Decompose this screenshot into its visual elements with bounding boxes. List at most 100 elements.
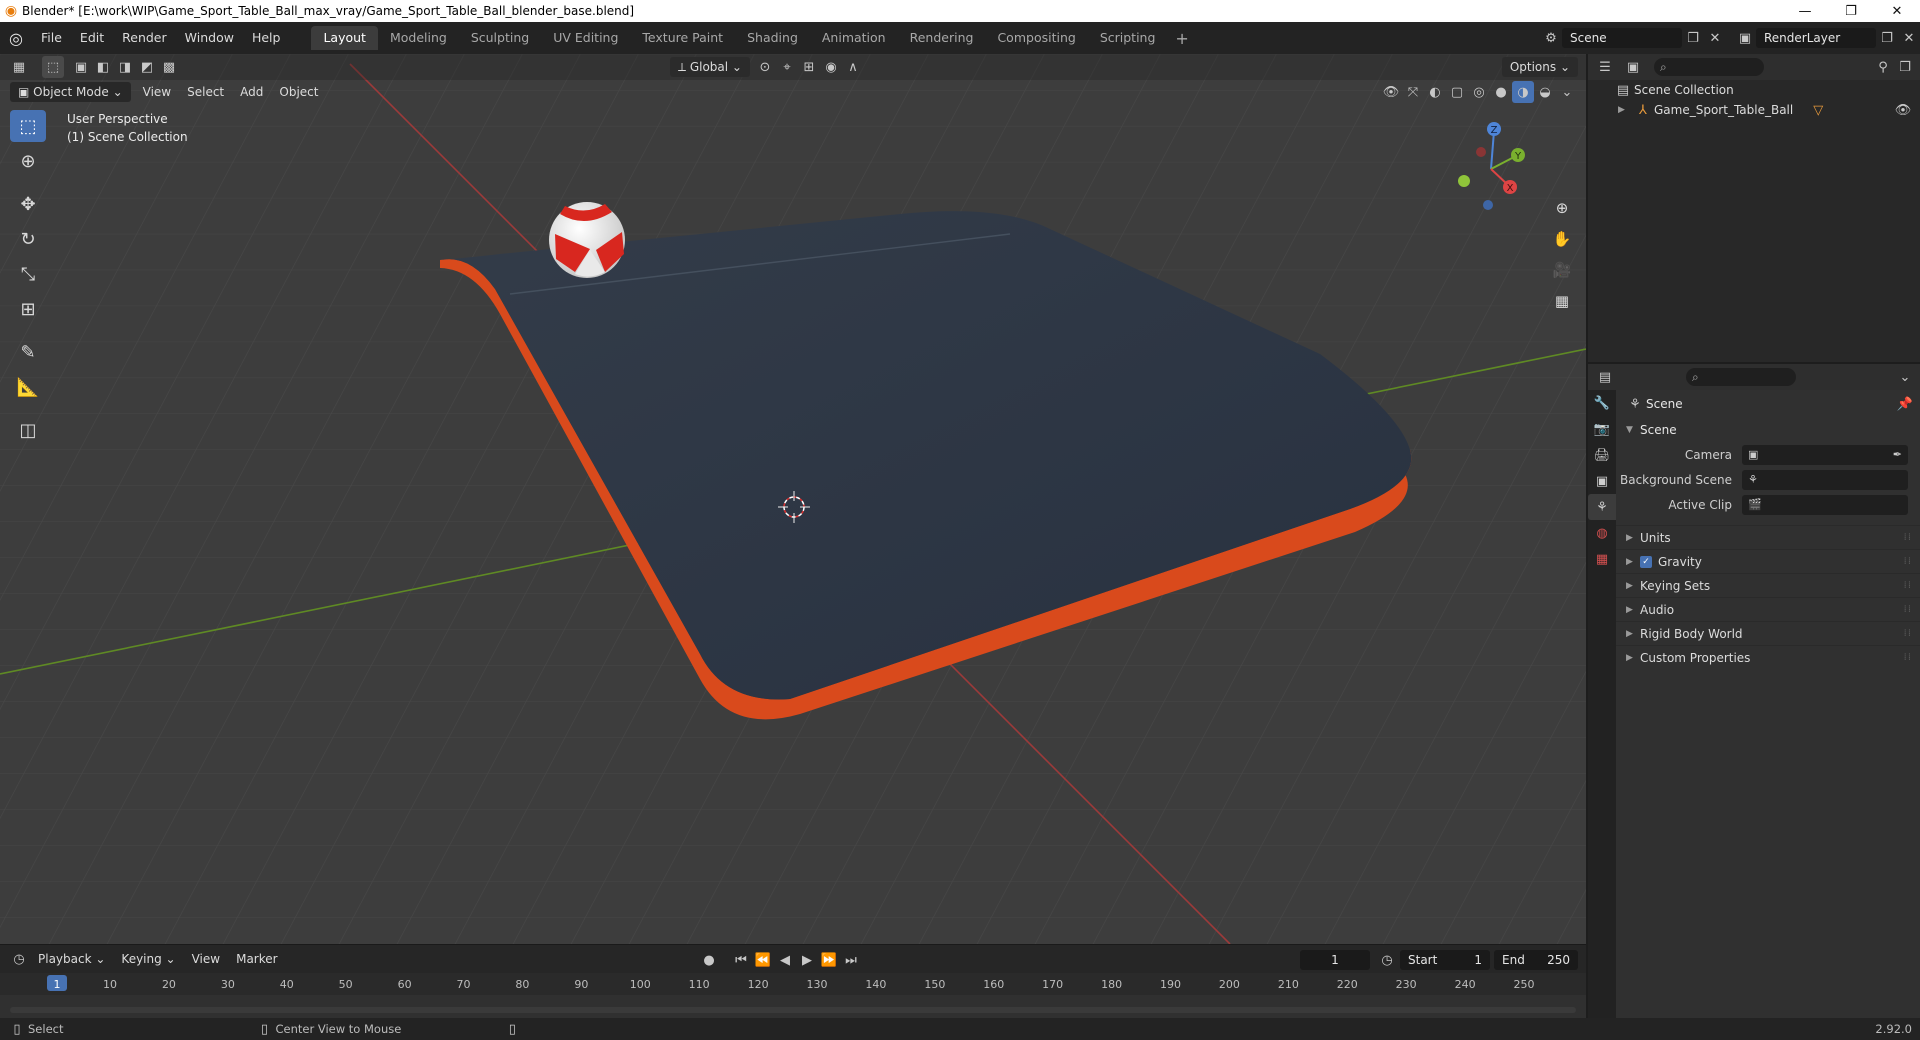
drag-handle-icon[interactable]: ⁞⁞ [1904,556,1912,567]
transform-tool-icon[interactable]: ⊞ [10,293,46,325]
selection-mode-intersect-icon[interactable]: ▩ [158,56,180,78]
tab-sculpting[interactable]: Sculpting [459,26,541,50]
panel-units[interactable]: ▶ Units ⁞⁞ [1616,525,1920,549]
timeline-editor-type-icon[interactable]: ◷ [8,948,30,970]
close-button[interactable]: ✕ [1874,0,1920,22]
new-scene-icon[interactable]: ❐ [1682,27,1704,49]
outliner-editor-type-icon[interactable]: ☰ [1594,56,1616,78]
pan-hand-icon[interactable]: ✋ [1548,225,1576,253]
mesh-data-icon[interactable]: ▽ [1807,99,1829,121]
panel-gravity[interactable]: ▶ ✓ Gravity ⁞⁞ [1616,549,1920,573]
tab-layout[interactable]: Layout [311,26,378,50]
preview-range-icon[interactable]: ◷ [1376,949,1398,971]
render-tab-icon[interactable]: 📷 [1588,416,1616,442]
properties-editor-type-icon[interactable]: ▤ [1594,366,1616,388]
rotate-tool-icon[interactable]: ↻ [10,223,46,255]
gravity-checkbox[interactable]: ✓ [1640,555,1652,568]
shading-wireframe-icon[interactable]: ◎ [1468,81,1490,103]
snap-target-icon[interactable]: ⊞ [798,56,820,78]
jump-start-icon[interactable]: ⏮ [730,949,752,971]
timeline-menu-playback[interactable]: Playback ⌄ [30,952,113,966]
measure-tool-icon[interactable]: 📐 [10,371,46,403]
panel-keying-sets[interactable]: ▶ Keying Sets ⁞⁞ [1616,573,1920,597]
viewport-menu-object[interactable]: Object [271,85,326,99]
3d-viewport[interactable]: ▦ ⬚ ▣ ◧ ◨ ◩ ▩ ⟂ Global ⌄ ⊙ ⌖ ⊞ ◉ ∧ Optio… [0,54,1586,944]
ortho-toggle-icon[interactable]: ▦ [1548,287,1576,315]
viewport-menu-view[interactable]: View [135,85,179,99]
pivot-point-icon[interactable]: ⊙ [754,56,776,78]
view-layer-tab-icon[interactable]: ▣ [1588,468,1616,494]
add-cube-tool-icon[interactable]: ◫ [10,414,46,446]
jump-keyframe-forward-icon[interactable]: ⏩ [818,949,840,971]
timeline-scrollbar[interactable] [10,1007,1576,1013]
display-mode-icon[interactable]: ▣ [1622,56,1644,78]
viewport-menu-add[interactable]: Add [232,85,271,99]
tab-shading[interactable]: Shading [735,26,810,50]
blender-menu-icon[interactable]: ◎ [0,22,32,54]
selection-mode-extend-icon[interactable]: ◧ [92,56,114,78]
play-reverse-icon[interactable]: ◀ [774,949,796,971]
end-frame-field[interactable]: End 250 [1494,950,1578,970]
tab-rendering[interactable]: Rendering [898,26,986,50]
outliner-search-input[interactable]: ⌕ [1654,58,1764,76]
play-icon[interactable]: ▶ [796,949,818,971]
start-frame-field[interactable]: Start 1 [1400,950,1490,970]
chevron-down-icon[interactable]: ⌄ [1556,81,1578,103]
scale-tool-icon[interactable]: ⤡ [10,258,46,290]
eyedropper-icon[interactable]: ✒ [1893,448,1902,461]
view-layer-field[interactable]: RenderLayer [1756,28,1876,48]
background-scene-field[interactable]: ⚘ [1742,469,1908,490]
restore-button[interactable]: ❐ [1828,0,1874,22]
tab-animation[interactable]: Animation [810,26,898,50]
filter-icon[interactable]: ⚲ [1872,56,1894,78]
tab-scripting[interactable]: Scripting [1088,26,1168,50]
world-tab-icon[interactable]: ◍ [1588,520,1616,546]
tool-tab-icon[interactable]: 🔧 [1588,390,1616,416]
options-dropdown[interactable]: Options ⌄ [1501,57,1578,77]
drag-handle-icon[interactable]: ⁞⁞ [1904,652,1912,663]
shading-solid-icon[interactable]: ● [1490,81,1512,103]
tab-uv-editing[interactable]: UV Editing [541,26,630,50]
drag-handle-icon[interactable]: ⁞⁞ [1904,532,1912,543]
scene-icon[interactable]: ⚙ [1540,27,1562,49]
scene-tab-icon[interactable]: ⚘ [1588,494,1616,520]
delete-view-layer-icon[interactable]: ✕ [1898,27,1920,49]
zoom-icon[interactable]: ⊕ [1548,194,1576,222]
panel-custom-properties[interactable]: ▶ Custom Properties ⁞⁞ [1616,645,1920,669]
active-clip-field[interactable]: 🎬 [1742,494,1908,515]
camera-view-icon[interactable]: 🎥 [1548,256,1576,284]
gizmo-toggle-icon[interactable]: ⤧ [1402,81,1424,103]
menu-help[interactable]: Help [243,26,290,50]
drag-handle-icon[interactable]: ⁞⁞ [1904,628,1912,639]
menu-render[interactable]: Render [113,26,176,50]
scene-name-field[interactable]: Scene [1562,28,1682,48]
annotate-tool-icon[interactable]: ✎ [10,336,46,368]
timeline-menu-keying[interactable]: Keying ⌄ [113,952,183,966]
selection-mode-new-icon[interactable]: ▣ [70,56,92,78]
transform-orientation-dropdown[interactable]: ⟂ Global ⌄ [670,57,750,77]
selection-mode-subtract-icon[interactable]: ◨ [114,56,136,78]
minimize-button[interactable]: — [1782,0,1828,22]
panel-rigid-body-world[interactable]: ▶ Rigid Body World ⁞⁞ [1616,621,1920,645]
timeline-menu-view[interactable]: View [184,952,228,966]
camera-field[interactable]: ▣ ✒ [1742,444,1908,465]
move-tool-icon[interactable]: ✥ [10,188,46,220]
tab-modeling[interactable]: Modeling [378,26,459,50]
gizmo-neg-z-icon[interactable] [1483,200,1493,210]
shading-rendered-icon[interactable]: ◒ [1534,81,1556,103]
jump-end-icon[interactable]: ⏭ [840,949,862,971]
tab-compositing[interactable]: Compositing [985,26,1087,50]
gizmo-neg-x-icon[interactable] [1476,147,1486,157]
editor-type-icon[interactable]: ▦ [8,56,30,78]
visibility-icon[interactable]: 👁 [1380,81,1402,103]
texture-tab-icon[interactable]: ▦ [1588,546,1616,572]
menu-edit[interactable]: Edit [71,26,113,50]
properties-search-input[interactable]: ⌕ [1686,368,1796,386]
current-frame-field[interactable]: 1 [1300,950,1370,970]
menu-file[interactable]: File [32,26,71,50]
tab-texture-paint[interactable]: Texture Paint [630,26,735,50]
add-workspace-button[interactable]: + [1167,29,1196,48]
outliner-row-scene-collection[interactable]: ▤ Scene Collection [1588,80,1920,100]
shading-material-icon[interactable]: ◑ [1512,81,1534,103]
viewport-menu-select[interactable]: Select [179,85,232,99]
